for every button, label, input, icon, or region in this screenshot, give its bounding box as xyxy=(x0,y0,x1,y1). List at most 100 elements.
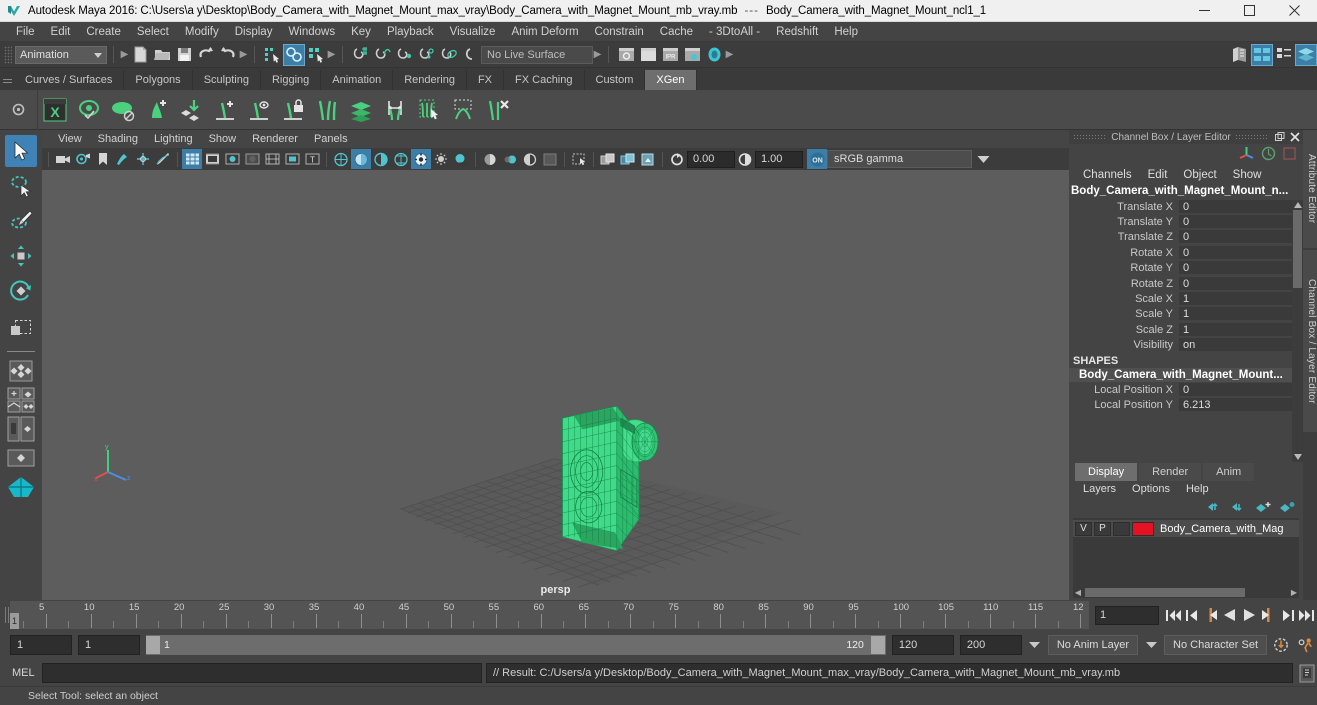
select-tool-button[interactable] xyxy=(5,135,37,167)
xgen-select-guide-icon[interactable] xyxy=(242,93,276,127)
smooth-shading-icon[interactable] xyxy=(351,149,371,169)
xgen-region-select-icon[interactable] xyxy=(412,93,446,127)
use-default-lighting-icon[interactable] xyxy=(431,149,451,169)
gamma-field[interactable]: 1.00 xyxy=(755,150,803,168)
select-by-object-icon[interactable] xyxy=(283,43,305,66)
safe-title-icon[interactable]: T xyxy=(302,149,322,169)
step-forward-key-button[interactable] xyxy=(1260,605,1276,625)
safe-action-icon[interactable] xyxy=(282,149,302,169)
layer-visibility-toggle[interactable]: V xyxy=(1075,521,1092,536)
perspective-viewport[interactable]: y z x persp xyxy=(42,170,1069,600)
xray-joints-icon[interactable] xyxy=(598,149,618,169)
channel-value[interactable]: on xyxy=(1179,338,1303,353)
grid-toggle-icon[interactable] xyxy=(182,149,202,169)
shelf-tab-sculpting[interactable]: Sculpting xyxy=(192,70,261,90)
layer-name-label[interactable]: Body_Camera_with_Mag xyxy=(1156,523,1284,535)
viewport-snapshot-icon[interactable] xyxy=(638,149,658,169)
channel-value[interactable]: 0 xyxy=(1179,382,1303,397)
motion-blur-icon[interactable] xyxy=(500,149,520,169)
range-handle-left[interactable] xyxy=(146,636,160,654)
channel-value[interactable]: 0 xyxy=(1179,215,1303,230)
layer-list[interactable]: V P Body_Camera_with_Mag xyxy=(1073,518,1299,587)
channel-value[interactable]: 1 xyxy=(1179,292,1303,307)
layer-tab-render[interactable]: Render xyxy=(1139,463,1202,482)
snap-to-projected-center-icon[interactable] xyxy=(415,44,437,66)
layer-color-swatch[interactable] xyxy=(1132,521,1154,536)
time-slider-grip[interactable] xyxy=(0,601,10,629)
shelf-options-button[interactable] xyxy=(0,89,38,130)
anim-end-field[interactable]: 200 xyxy=(959,635,1022,655)
channel-value[interactable]: 1 xyxy=(1179,307,1303,322)
shelf-tab-rendering[interactable]: Rendering xyxy=(393,70,467,90)
scroll-up-icon[interactable] xyxy=(1292,200,1303,210)
vp-menu-show[interactable]: Show xyxy=(201,130,245,148)
le-menu-help[interactable]: Help xyxy=(1178,481,1217,498)
close-icon[interactable] xyxy=(1288,131,1301,143)
outliner-icon[interactable] xyxy=(1229,44,1251,66)
step-back-key-button[interactable] xyxy=(1203,605,1219,625)
le-menu-options[interactable]: Options xyxy=(1124,481,1178,498)
menu-constrain[interactable]: Constrain xyxy=(587,22,652,42)
multisample-icon[interactable] xyxy=(520,149,540,169)
menu-create[interactable]: Create xyxy=(78,22,129,42)
channel-value[interactable]: 0 xyxy=(1179,245,1303,260)
layout-single-perspective-button[interactable] xyxy=(6,445,36,471)
shelf-tab-fx[interactable]: FX xyxy=(466,70,505,90)
channel-value[interactable]: 0 xyxy=(1179,230,1303,245)
statusline-grip[interactable] xyxy=(4,45,12,64)
color-management-chevron-down-icon[interactable] xyxy=(972,150,994,168)
film-gate-icon[interactable] xyxy=(202,149,222,169)
undo-icon[interactable] xyxy=(195,44,217,66)
xgen-preview-icon[interactable] xyxy=(72,93,106,127)
xgen-clump-icon[interactable] xyxy=(446,93,480,127)
smooth-shade-all-icon[interactable] xyxy=(371,149,391,169)
isolate-select-icon[interactable] xyxy=(540,149,560,169)
cb-menu-edit[interactable]: Edit xyxy=(1140,166,1176,184)
layer-playback-toggle[interactable]: P xyxy=(1094,521,1111,536)
color-management-toggle-icon[interactable]: ON xyxy=(807,149,827,169)
menu-redshift[interactable]: Redshift xyxy=(768,22,826,42)
range-slider-bar[interactable]: 1 120 xyxy=(146,635,886,655)
play-forwards-button[interactable] xyxy=(1241,605,1257,625)
wireframe-shading-icon[interactable] xyxy=(331,149,351,169)
move-layer-down-icon[interactable] xyxy=(1232,501,1247,516)
snap-to-grid-icon[interactable] xyxy=(349,44,371,66)
shelf-tab-rigging[interactable]: Rigging xyxy=(260,70,322,90)
channel-box-icon[interactable] xyxy=(1238,146,1255,164)
layout-persp-outliner-button[interactable] xyxy=(6,416,36,442)
vp-menu-view[interactable]: View xyxy=(50,130,90,148)
menu-windows[interactable]: Windows xyxy=(280,22,343,42)
shaded-wireframe-icon[interactable] xyxy=(391,149,411,169)
paint-select-tool-button[interactable] xyxy=(5,205,37,237)
cb-menu-object[interactable]: Object xyxy=(1175,166,1224,184)
open-scene-icon[interactable] xyxy=(151,44,173,66)
statusline-collapse-5[interactable]: ▶ xyxy=(725,44,734,66)
shelf-tab-xgen[interactable]: XGen xyxy=(645,70,697,90)
shelf-tab-polygons[interactable]: Polygons xyxy=(124,70,193,90)
statusline-collapse-1[interactable]: ▶ xyxy=(120,44,129,66)
save-scene-icon[interactable] xyxy=(173,44,195,66)
statusline-collapse-2[interactable]: ▶ xyxy=(239,44,248,66)
layer-type-toggle[interactable] xyxy=(1113,521,1130,536)
playback-end-field[interactable]: 120 xyxy=(891,635,954,655)
bookmark-icon[interactable] xyxy=(93,149,113,169)
panel-grip-left[interactable] xyxy=(1073,134,1107,140)
vp-menu-lighting[interactable]: Lighting xyxy=(146,130,201,148)
layer-tab-anim[interactable]: Anim xyxy=(1203,463,1255,482)
step-forward-frame-button[interactable] xyxy=(1279,605,1295,625)
modeling-toolkit-icon[interactable] xyxy=(1282,146,1297,164)
attribute-editor-icon[interactable] xyxy=(1273,44,1295,66)
layer-row[interactable]: V P Body_Camera_with_Mag xyxy=(1073,520,1299,538)
cb-menu-show[interactable]: Show xyxy=(1225,166,1270,184)
xgen-import-collection-icon[interactable] xyxy=(174,93,208,127)
select-camera-icon[interactable] xyxy=(53,149,73,169)
menu-edit[interactable]: Edit xyxy=(43,22,79,42)
menu-set-selector[interactable]: Animation xyxy=(15,45,107,64)
new-scene-icon[interactable] xyxy=(129,44,151,66)
move-layer-up-icon[interactable] xyxy=(1208,501,1223,516)
xgen-add-description-icon[interactable] xyxy=(140,93,174,127)
textured-icon[interactable] xyxy=(411,149,431,169)
channel-value[interactable]: 6.213 xyxy=(1179,397,1303,412)
le-menu-layers[interactable]: Layers xyxy=(1075,481,1124,498)
menu-modify[interactable]: Modify xyxy=(177,22,227,42)
